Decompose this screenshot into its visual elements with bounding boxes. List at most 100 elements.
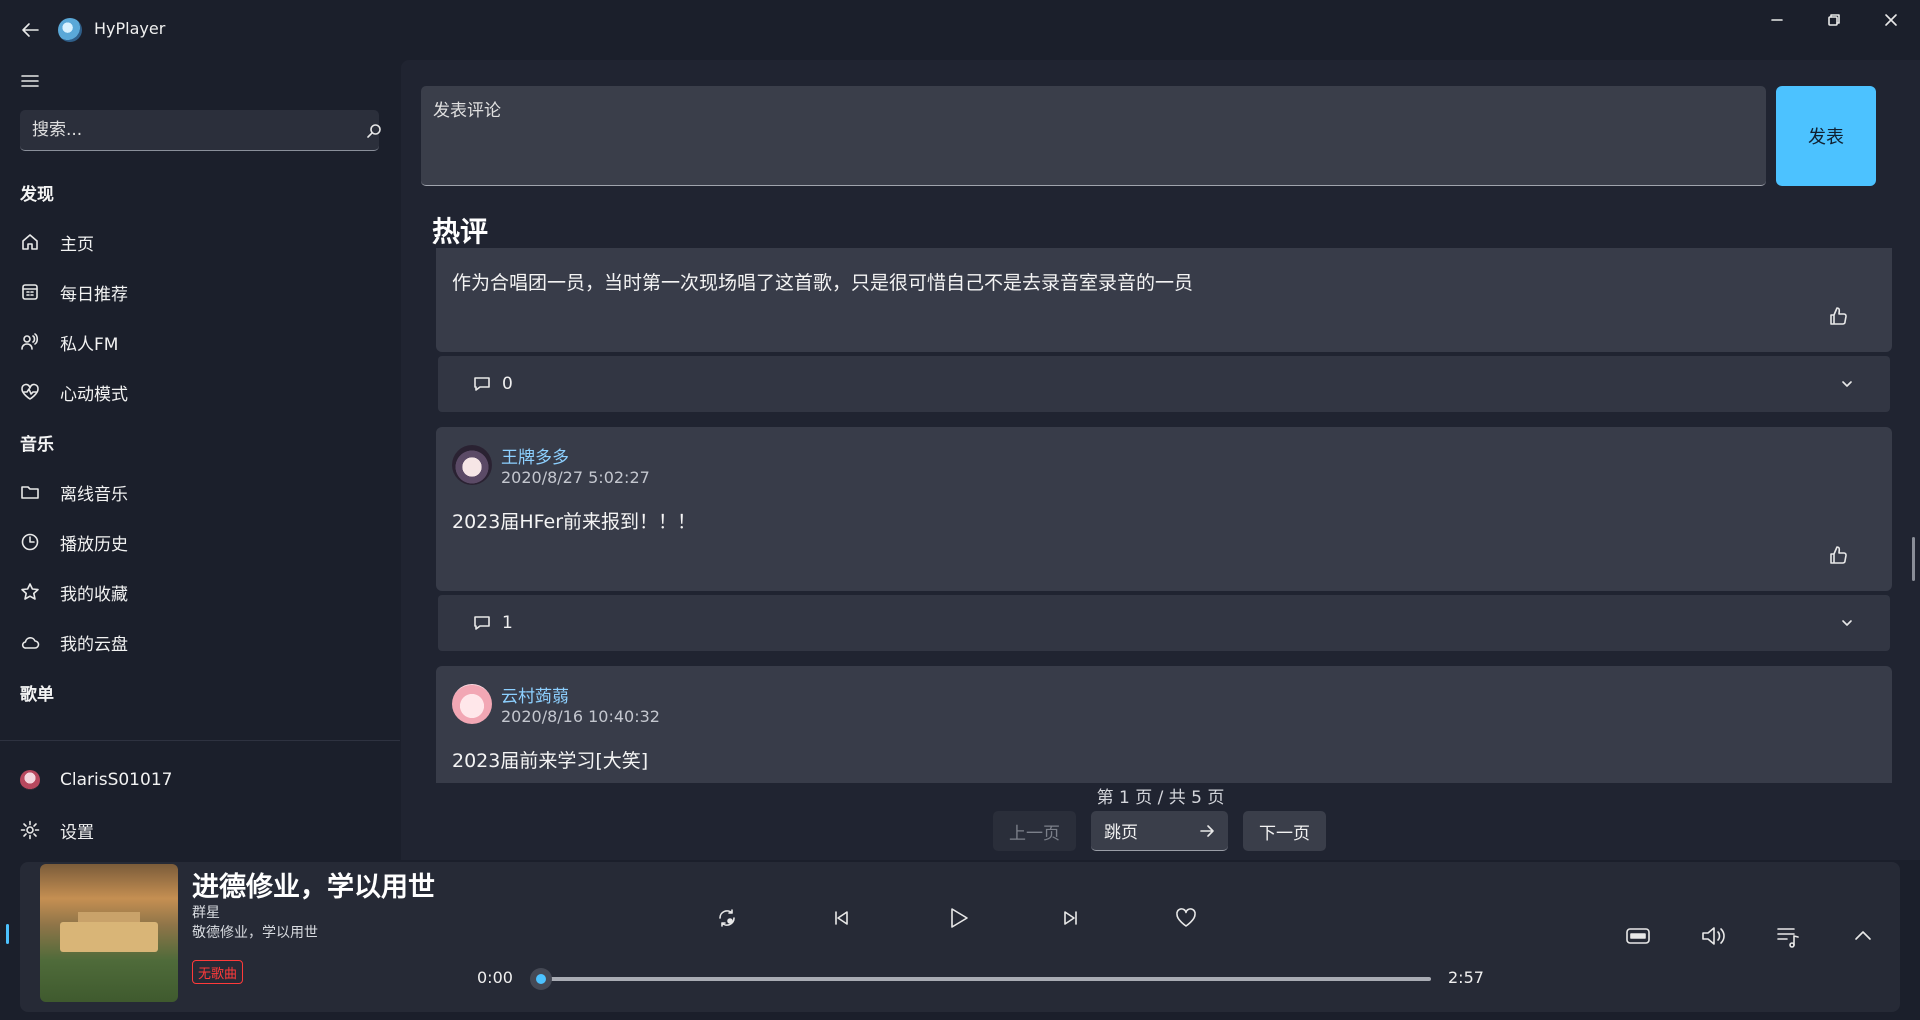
- album-name[interactable]: 敬德修业，学以用世: [192, 922, 318, 942]
- search-input[interactable]: [32, 110, 332, 150]
- section-discover: 发现: [20, 185, 54, 205]
- search-box[interactable]: [20, 110, 382, 151]
- cloud-icon: [20, 632, 40, 652]
- status-badge: 无歌曲: [192, 960, 244, 984]
- comments-page: 发表 热评 作为合唱团一员，当时第一次现场唱了这首歌，只是很可惜自己不是去录音室…: [401, 60, 1920, 860]
- album-cover[interactable]: [40, 864, 178, 1002]
- star-icon: [20, 582, 40, 602]
- sidebar-item-label: 每日推荐: [60, 284, 128, 305]
- comment-list: 作为合唱团一员，当时第一次现场唱了这首歌，只是很可惜自己不是去录音室录音的一员 …: [436, 248, 1892, 783]
- sidebar-item-label: ClarisS01017: [60, 770, 173, 790]
- sidebar-item-settings[interactable]: 设置: [0, 808, 400, 852]
- sidebar-item-label: 离线音乐: [60, 484, 128, 505]
- close-icon[interactable]: [1871, 8, 1911, 32]
- sidebar-item-label: 私人FM: [60, 334, 119, 355]
- restore-icon[interactable]: [1814, 8, 1854, 32]
- section-playlists: 歌单: [20, 685, 54, 705]
- player-bar: 进德修业，学以用世 群星 敬德修业，学以用世 无歌曲 0:00 2:57: [0, 860, 1920, 1020]
- mini-player-icon[interactable]: [1624, 922, 1652, 950]
- comment-text: 2023届HFer前来报到！！！: [452, 511, 697, 533]
- sidebar-divider: [0, 740, 400, 741]
- arrow-right-icon: [1199, 823, 1215, 839]
- previous-track-icon[interactable]: [829, 906, 853, 930]
- comment-card: 作为合唱团一员，当时第一次现场唱了这首歌，只是很可惜自己不是去录音室录音的一员: [436, 248, 1892, 352]
- thumbs-up-icon[interactable]: [1827, 544, 1849, 566]
- comment-card: 王牌多多 2020/8/27 5:02:27 2023届HFer前来报到！！！: [436, 427, 1892, 591]
- prev-page-button[interactable]: 上一页: [993, 811, 1076, 851]
- clock-icon: [20, 532, 40, 552]
- comment-text: 作为合唱团一员，当时第一次现场唱了这首歌，只是很可惜自己不是去录音室录音的一员: [452, 272, 1194, 294]
- playlist-icon[interactable]: [1774, 922, 1802, 950]
- comment-text: 2023届前来学习[大笑]: [452, 750, 649, 772]
- sidebar-item-daily[interactable]: 每日推荐: [0, 270, 400, 314]
- chevron-down-icon[interactable]: [1839, 615, 1855, 631]
- seek-thumb[interactable]: [530, 968, 552, 990]
- minimize-icon[interactable]: [1757, 8, 1797, 32]
- sidebar-item-heartbeat[interactable]: 心动模式: [0, 370, 400, 414]
- page-indicator: 第 1 页 / 共 5 页: [1096, 788, 1225, 808]
- artist-name[interactable]: 群星: [192, 902, 220, 922]
- heart-icon[interactable]: [1174, 906, 1198, 930]
- avatar[interactable]: [452, 445, 492, 485]
- sidebar-item-cloud[interactable]: 我的云盘: [0, 620, 400, 664]
- chevron-up-icon[interactable]: [1849, 922, 1877, 950]
- comment-username[interactable]: 王牌多多: [501, 443, 569, 468]
- current-time: 0:00: [477, 968, 513, 987]
- title-bar: HyPlayer: [0, 0, 1920, 60]
- search-icon[interactable]: [366, 123, 382, 139]
- sidebar-item-label: 播放历史: [60, 534, 128, 555]
- reply-count: 1: [502, 613, 513, 633]
- sidebar-item-home[interactable]: 主页: [0, 220, 400, 264]
- folder-icon: [20, 482, 40, 502]
- comment-reply-bar[interactable]: 1: [438, 595, 1890, 651]
- sidebar-item-local[interactable]: 离线音乐: [0, 470, 400, 514]
- reply-bubble-icon: [472, 374, 492, 394]
- radio-person-icon: [20, 332, 40, 352]
- next-page-button[interactable]: 下一页: [1243, 811, 1326, 851]
- seek-bar[interactable]: [540, 977, 1431, 981]
- heart-pulse-icon: [20, 382, 40, 402]
- comment-timestamp: 2020/8/16 10:40:32: [501, 707, 660, 726]
- app-title: HyPlayer: [94, 19, 166, 38]
- active-indicator: [6, 924, 9, 944]
- home-icon: [20, 232, 40, 252]
- song-title[interactable]: 进德修业，学以用世: [192, 865, 435, 904]
- play-icon[interactable]: [944, 904, 972, 932]
- hamburger-menu-icon[interactable]: [18, 69, 42, 93]
- jump-page-label: 跳页: [1104, 823, 1138, 843]
- comment-reply-bar[interactable]: 0: [438, 356, 1890, 412]
- thumbs-up-icon[interactable]: [1827, 305, 1849, 327]
- gear-icon: [20, 820, 40, 840]
- sidebar-item-history[interactable]: 播放历史: [0, 520, 400, 564]
- sidebar-item-fm[interactable]: 私人FM: [0, 320, 400, 364]
- sidebar-item-label: 设置: [60, 822, 94, 843]
- comment-input[interactable]: [421, 86, 1766, 185]
- volume-icon[interactable]: [1699, 922, 1727, 950]
- chevron-down-icon[interactable]: [1839, 376, 1855, 392]
- avatar[interactable]: [452, 684, 492, 724]
- avatar: [20, 770, 40, 790]
- next-track-icon[interactable]: [1059, 906, 1083, 930]
- sidebar-item-label: 主页: [60, 234, 94, 255]
- sidebar: 发现 主页 每日推荐 私人FM 心动模式 音乐 离线音乐 播放历史 我的收藏 我…: [0, 60, 400, 860]
- comment-timestamp: 2020/8/27 5:02:27: [501, 468, 650, 487]
- scrollbar[interactable]: [1912, 537, 1915, 581]
- section-music: 音乐: [20, 435, 54, 455]
- cover-building: [60, 922, 158, 952]
- player-panel: 进德修业，学以用世 群星 敬德修业，学以用世 无歌曲 0:00 2:57: [20, 862, 1900, 1012]
- reply-bubble-icon: [472, 613, 492, 633]
- calendar-icon: [20, 282, 40, 302]
- post-comment-button[interactable]: 发表: [1776, 86, 1876, 186]
- sidebar-item-user[interactable]: ClarisS01017: [0, 758, 400, 802]
- comment-username[interactable]: 云村蒟蒻: [501, 682, 569, 707]
- sidebar-item-label: 心动模式: [60, 384, 128, 405]
- shuffle-repeat-icon[interactable]: [715, 906, 739, 930]
- jump-page-button[interactable]: 跳页: [1091, 811, 1228, 851]
- sidebar-item-favorites[interactable]: 我的收藏: [0, 570, 400, 614]
- comment-card: 云村蒟蒻 2020/8/16 10:40:32 2023届前来学习[大笑]: [436, 666, 1892, 783]
- sidebar-item-label: 我的收藏: [60, 584, 128, 605]
- reply-count: 0: [502, 374, 513, 394]
- back-arrow-icon[interactable]: [18, 18, 42, 42]
- comment-box[interactable]: [421, 86, 1766, 186]
- sidebar-item-label: 我的云盘: [60, 634, 128, 655]
